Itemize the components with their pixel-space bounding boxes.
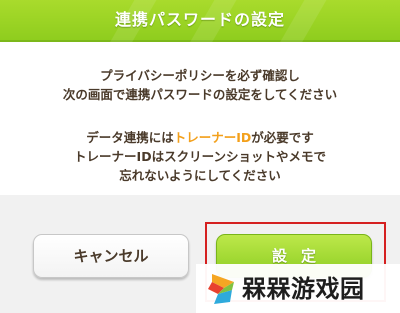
site-watermark: 槑槑游戏园 bbox=[196, 264, 400, 313]
message-text: が必要です bbox=[251, 130, 314, 145]
message-line: トレーナーIDはスクリーンショットやメモで bbox=[74, 149, 326, 164]
colorful-s-logo-icon bbox=[208, 274, 234, 304]
dialog-title-bar: 連携パスワードの設定 bbox=[0, 0, 400, 60]
trainer-id-highlight: トレーナーID bbox=[173, 130, 252, 145]
password-setup-dialog: 連携パスワードの設定 プライバシーポリシーを必ず確認し 次の画面で連携パスワード… bbox=[0, 0, 400, 313]
watermark-text: 槑槑游戏园 bbox=[242, 275, 365, 303]
dialog-title: 連携パスワードの設定 bbox=[114, 10, 285, 29]
message-line: 忘れないようにしてください bbox=[119, 168, 281, 183]
cancel-button[interactable]: キャンセル bbox=[33, 234, 189, 278]
message-line: 次の画面で連携パスワードの設定をしてください bbox=[62, 87, 338, 102]
message-paragraph-1: プライバシーポリシーを必ず確認し 次の画面で連携パスワードの設定をしてください bbox=[0, 66, 400, 104]
message-line: データ連携にはトレーナーIDが必要です bbox=[0, 128, 400, 147]
message-paragraph-2: データ連携にはトレーナーIDが必要です トレーナーIDはスクリーンショットやメモ… bbox=[0, 128, 400, 185]
message-text: データ連携には bbox=[86, 130, 174, 145]
message-line: プライバシーポリシーを必ず確認し bbox=[100, 68, 300, 83]
